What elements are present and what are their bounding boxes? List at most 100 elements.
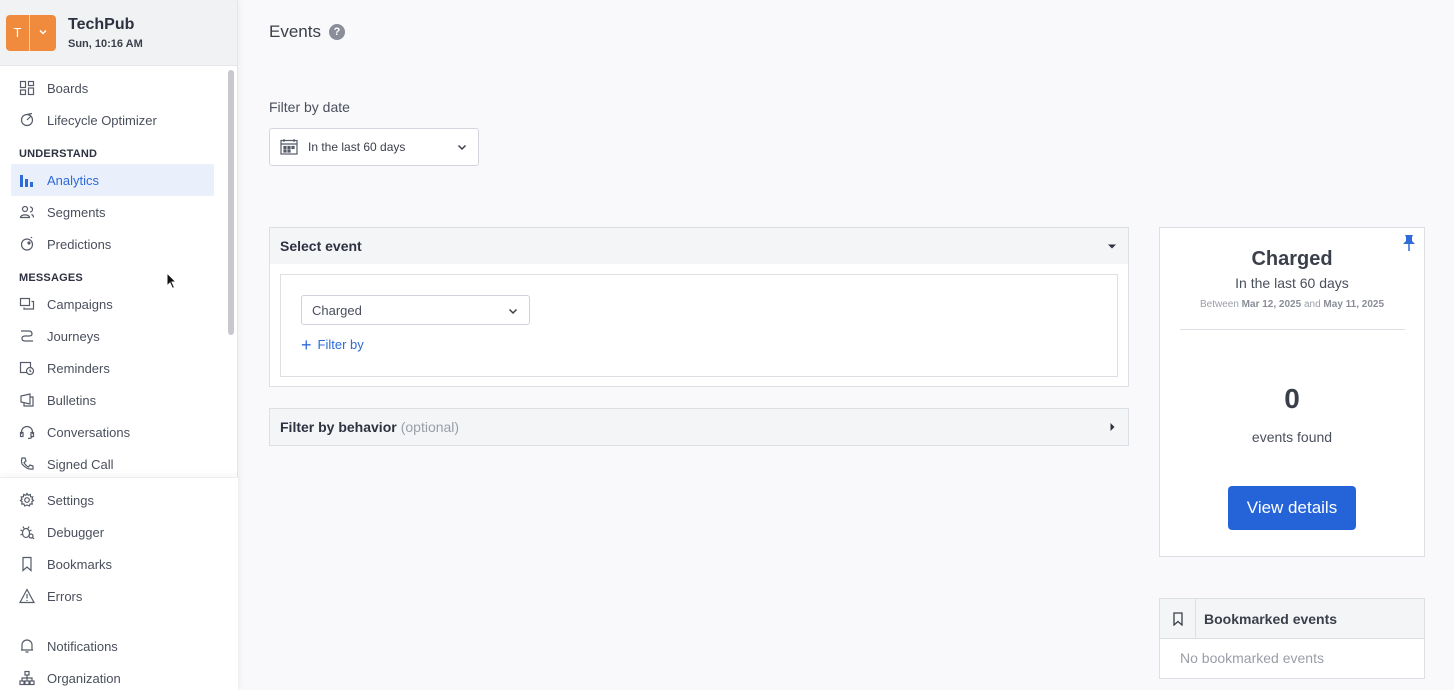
select-event-title: Select event bbox=[280, 238, 362, 254]
summary-date-span: Between Mar 12, 2025 and May 11, 2025 bbox=[1160, 299, 1424, 310]
sidebar-item-organization[interactable]: Organization bbox=[11, 662, 226, 690]
filter-by-label: Filter by bbox=[317, 337, 364, 352]
chevron-down-icon bbox=[457, 144, 467, 151]
sidebar-item-conversations[interactable]: Conversations bbox=[11, 416, 214, 448]
warning-icon bbox=[18, 587, 36, 605]
journeys-icon bbox=[18, 327, 36, 345]
behavior-filter-title: Filter by behavior bbox=[280, 419, 397, 435]
bookmarked-events-card: Bookmarked events No bookmarked events bbox=[1159, 598, 1425, 679]
boards-icon bbox=[18, 79, 36, 97]
sidebar-item-label: Segments bbox=[47, 204, 106, 220]
page-title-text: Events bbox=[269, 22, 321, 41]
events-found-label: events found bbox=[1251, 429, 1333, 445]
between-prefix: Between bbox=[1199, 299, 1239, 310]
sidebar-item-label: Settings bbox=[47, 492, 94, 508]
sidebar-item-label: Reminders bbox=[47, 360, 110, 376]
help-icon[interactable]: ? bbox=[328, 24, 345, 40]
filter-by-button[interactable]: + Filter by bbox=[301, 334, 364, 355]
pin-icon[interactable] bbox=[1402, 234, 1416, 252]
caret-right-icon bbox=[1110, 423, 1115, 431]
bell-icon bbox=[18, 637, 36, 655]
sidebar-item-predictions[interactable]: Predictions bbox=[11, 228, 214, 260]
date-range-value: In the last 60 days bbox=[308, 140, 406, 154]
sidebar-item-label: Predictions bbox=[47, 236, 112, 252]
users-icon bbox=[18, 203, 36, 221]
sidebar-item-bulletins[interactable]: Bulletins bbox=[11, 384, 214, 416]
sidebar-item-campaigns[interactable]: Campaigns bbox=[11, 288, 214, 320]
behavior-filter-header[interactable]: Filter by behavior (optional) bbox=[270, 409, 1128, 445]
bookmarked-events-empty: No bookmarked events bbox=[1180, 650, 1324, 666]
sidebar-item-settings[interactable]: Settings bbox=[11, 484, 226, 516]
sidebar-item-label: Organization bbox=[47, 670, 121, 686]
bar-chart-icon bbox=[18, 171, 36, 189]
date-range-select[interactable]: In the last 60 days bbox=[269, 128, 479, 166]
lifecycle-icon bbox=[18, 111, 36, 129]
calendar-icon bbox=[280, 139, 298, 155]
sidebar-item-reminders[interactable]: Reminders bbox=[11, 352, 214, 384]
sidebar-item-debugger[interactable]: Debugger bbox=[11, 516, 226, 548]
sidebar-item-label: Lifecycle Optimizer bbox=[47, 112, 157, 128]
behavior-filter-panel: Filter by behavior (optional) bbox=[269, 408, 1129, 446]
sidebar-bottom-nav: Settings Debugger Bookmarks Errors Notif… bbox=[0, 477, 238, 690]
select-event-header[interactable]: Select event bbox=[270, 228, 1128, 264]
summary-range: In the last 60 days bbox=[1235, 275, 1349, 291]
sidebar-item-label: Bulletins bbox=[47, 392, 97, 408]
account-switcher[interactable]: T TechPub Sun, 10:16 AM bbox=[0, 0, 237, 66]
section-header-messages: MESSAGES bbox=[19, 272, 83, 284]
bulletins-icon bbox=[18, 391, 36, 409]
sidebar-item-bookmarks[interactable]: Bookmarks bbox=[11, 548, 226, 580]
sidebar-nav: Boards Lifecycle Optimizer UNDERSTAND An… bbox=[0, 67, 226, 477]
bookmarked-events-title: Bookmarked events bbox=[1204, 610, 1338, 627]
sidebar-item-label: Notifications bbox=[47, 638, 118, 654]
account-badge[interactable]: T bbox=[6, 14, 56, 51]
headset-icon bbox=[18, 423, 36, 441]
event-select-value: Charged bbox=[312, 302, 362, 318]
sidebar-item-label: Analytics bbox=[47, 172, 100, 188]
select-event-panel: Select event Charged + Filter by bbox=[269, 227, 1129, 387]
gear-icon bbox=[18, 491, 36, 509]
sidebar-item-label: Boards bbox=[47, 80, 89, 96]
event-summary-card: Charged In the last 60 days Between Mar … bbox=[1159, 227, 1425, 557]
plus-icon: + bbox=[301, 334, 312, 355]
sidebar-item-label: Signed Call bbox=[47, 456, 114, 472]
end-date: May 11, 2025 bbox=[1323, 299, 1385, 310]
sidebar-item-label: Errors bbox=[47, 588, 83, 604]
sidebar-item-boards[interactable]: Boards bbox=[11, 72, 214, 104]
and-word: and bbox=[1303, 299, 1321, 310]
sidebar-item-signed-call[interactable]: Signed Call bbox=[11, 448, 214, 477]
events-count: 0 bbox=[1284, 383, 1300, 414]
sidebar-item-notifications[interactable]: Notifications bbox=[11, 630, 226, 662]
bug-icon bbox=[18, 523, 36, 541]
chevron-down-icon bbox=[508, 308, 518, 315]
campaigns-icon bbox=[18, 295, 36, 313]
filter-date-label: Filter by date bbox=[269, 99, 350, 115]
sidebar-item-label: Journeys bbox=[47, 328, 100, 344]
account-initial: T bbox=[6, 14, 30, 51]
bookmark-icon bbox=[18, 555, 36, 573]
event-criteria-box: Charged + Filter by bbox=[280, 274, 1118, 377]
sidebar-item-label: Debugger bbox=[47, 524, 105, 540]
sidebar: T TechPub Sun, 10:16 AM Boards Lifecycle… bbox=[0, 0, 238, 690]
account-time: Sun, 10:16 AM bbox=[68, 37, 143, 50]
summary-event-name: Charged bbox=[1251, 248, 1333, 270]
view-details-button[interactable]: View details bbox=[1228, 486, 1356, 530]
mouse-cursor-icon bbox=[166, 272, 178, 290]
sidebar-item-label: Bookmarks bbox=[47, 556, 113, 572]
behavior-optional-label: (optional) bbox=[400, 419, 460, 435]
account-name: TechPub bbox=[68, 15, 135, 33]
sidebar-item-lifecycle-optimizer[interactable]: Lifecycle Optimizer bbox=[11, 104, 214, 136]
sidebar-item-journeys[interactable]: Journeys bbox=[11, 320, 214, 352]
sidebar-item-label: Conversations bbox=[47, 424, 131, 440]
sidebar-item-segments[interactable]: Segments bbox=[11, 196, 214, 228]
predictions-icon bbox=[18, 235, 36, 253]
sidebar-item-errors[interactable]: Errors bbox=[11, 580, 226, 612]
phone-icon bbox=[18, 455, 36, 473]
page-title: Events ? bbox=[269, 22, 345, 42]
sidebar-scrollbar[interactable] bbox=[228, 70, 234, 335]
sidebar-item-analytics[interactable]: Analytics bbox=[11, 164, 214, 196]
event-select[interactable]: Charged bbox=[301, 295, 530, 325]
divider bbox=[1179, 329, 1405, 330]
bookmarked-events-header: Bookmarked events bbox=[1160, 598, 1424, 639]
reminders-icon bbox=[18, 359, 36, 377]
start-date: Mar 12, 2025 bbox=[1241, 299, 1302, 310]
